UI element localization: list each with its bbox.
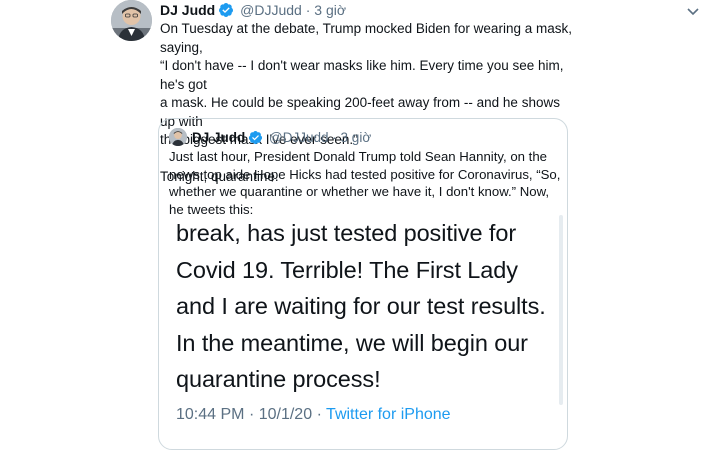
quoted-tweet-header: DJ Judd @DJJudd · 3 giờ <box>192 129 371 149</box>
separator: · <box>316 406 322 423</box>
quoted-tweet-time: 3 giờ <box>340 130 372 145</box>
embedded-scrollbar[interactable] <box>559 215 563 405</box>
quoted-author-handle: @DJJudd <box>269 130 329 145</box>
embedded-tweet-time[interactable]: 10:44 PM <box>176 406 244 423</box>
embedded-tweet-meta: 10:44 PM · 10/1/20 · Twitter for iPhone <box>176 405 451 425</box>
quoted-tweet[interactable]: DJ Judd @DJJudd · 3 giờ Just last hour, … <box>158 118 568 450</box>
chevron-down-icon[interactable] <box>683 4 703 20</box>
author-avatar[interactable] <box>111 0 152 41</box>
embedded-tweet-date[interactable]: 10/1/20 <box>259 406 312 423</box>
tweet-time[interactable]: 3 giờ <box>314 2 346 18</box>
tweet-header: DJ Judd @DJJudd · 3 giờ <box>160 2 346 22</box>
author-handle[interactable]: @DJJudd <box>240 2 302 18</box>
quoted-author-avatar <box>169 128 187 146</box>
quoted-tweet-text: Just last hour, President Donald Trump t… <box>169 149 561 217</box>
verified-badge-icon <box>218 2 234 22</box>
verified-badge-icon <box>248 130 263 149</box>
embedded-tweet-text: break, has just tested positive for Covi… <box>176 220 546 392</box>
separator: · <box>305 2 311 18</box>
separator: · <box>248 406 255 423</box>
embedded-tweet-source[interactable]: Twitter for iPhone <box>326 406 451 423</box>
embedded-tweet-card[interactable]: break, has just tested positive for Covi… <box>159 209 567 449</box>
quoted-author-name: DJ Judd <box>192 130 246 145</box>
author-name[interactable]: DJ Judd <box>160 2 215 18</box>
separator: · <box>332 130 337 145</box>
